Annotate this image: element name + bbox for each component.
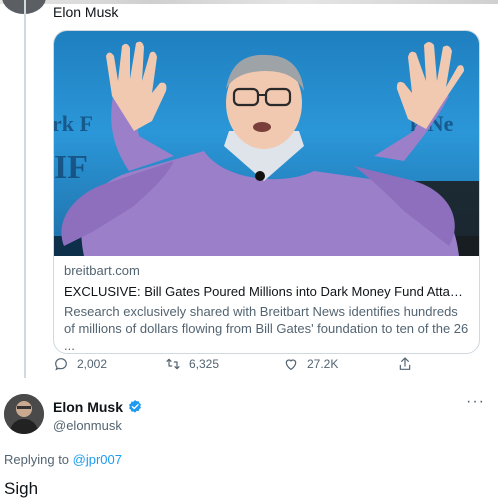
heart-icon (285, 359, 297, 370)
like-count: 27.2K (307, 357, 339, 371)
retweet-icon (166, 358, 180, 370)
reply-author-avatar[interactable] (4, 394, 44, 434)
link-domain: breitbart.com (64, 263, 140, 278)
link-preview-image[interactable]: rk F IF k Ne (54, 31, 479, 256)
link-preview-text[interactable]: breitbart.com EXCLUSIVE: Bill Gates Pour… (64, 263, 469, 353)
tweet-action-bar: 2,002 6,325 27.2K (53, 356, 453, 378)
link-description: Research exclusively shared with Breitba… (64, 304, 469, 353)
verified-badge-icon (129, 400, 141, 413)
reply-author-name[interactable]: Elon Musk (53, 399, 123, 415)
avatar-image (4, 394, 44, 434)
share-button[interactable] (397, 356, 413, 372)
bill-gates-photo-illustration (54, 41, 479, 256)
like-button[interactable]: 27.2K (283, 356, 338, 372)
link-preview-card[interactable]: rk F IF k Ne breitbart.com EXCLUSIVE: Bi… (53, 30, 480, 354)
replying-to-handle-link[interactable]: @jpr007 (73, 452, 122, 467)
replying-to-label: Replying to (4, 452, 73, 467)
reply-tweet-text: Sigh (4, 479, 39, 498)
more-options-icon[interactable]: ··· (466, 393, 485, 411)
reply-button[interactable]: 2,002 (53, 356, 107, 372)
reply-count: 2,002 (77, 357, 108, 371)
thread-connector-line (24, 0, 26, 378)
retweet-button[interactable]: 6,325 (165, 356, 219, 372)
previous-tweet-author-name[interactable]: Elon Musk (53, 4, 118, 20)
share-icon (399, 357, 411, 370)
link-title: EXCLUSIVE: Bill Gates Poured Millions in… (64, 284, 469, 299)
retweet-count: 6,325 (189, 357, 220, 371)
replying-to-line: Replying to @jpr007 (4, 452, 122, 467)
reply-icon (55, 358, 67, 371)
reply-author-name-row[interactable]: Elon Musk (53, 399, 143, 415)
reply-author-handle[interactable]: @elonmusk (53, 418, 122, 433)
